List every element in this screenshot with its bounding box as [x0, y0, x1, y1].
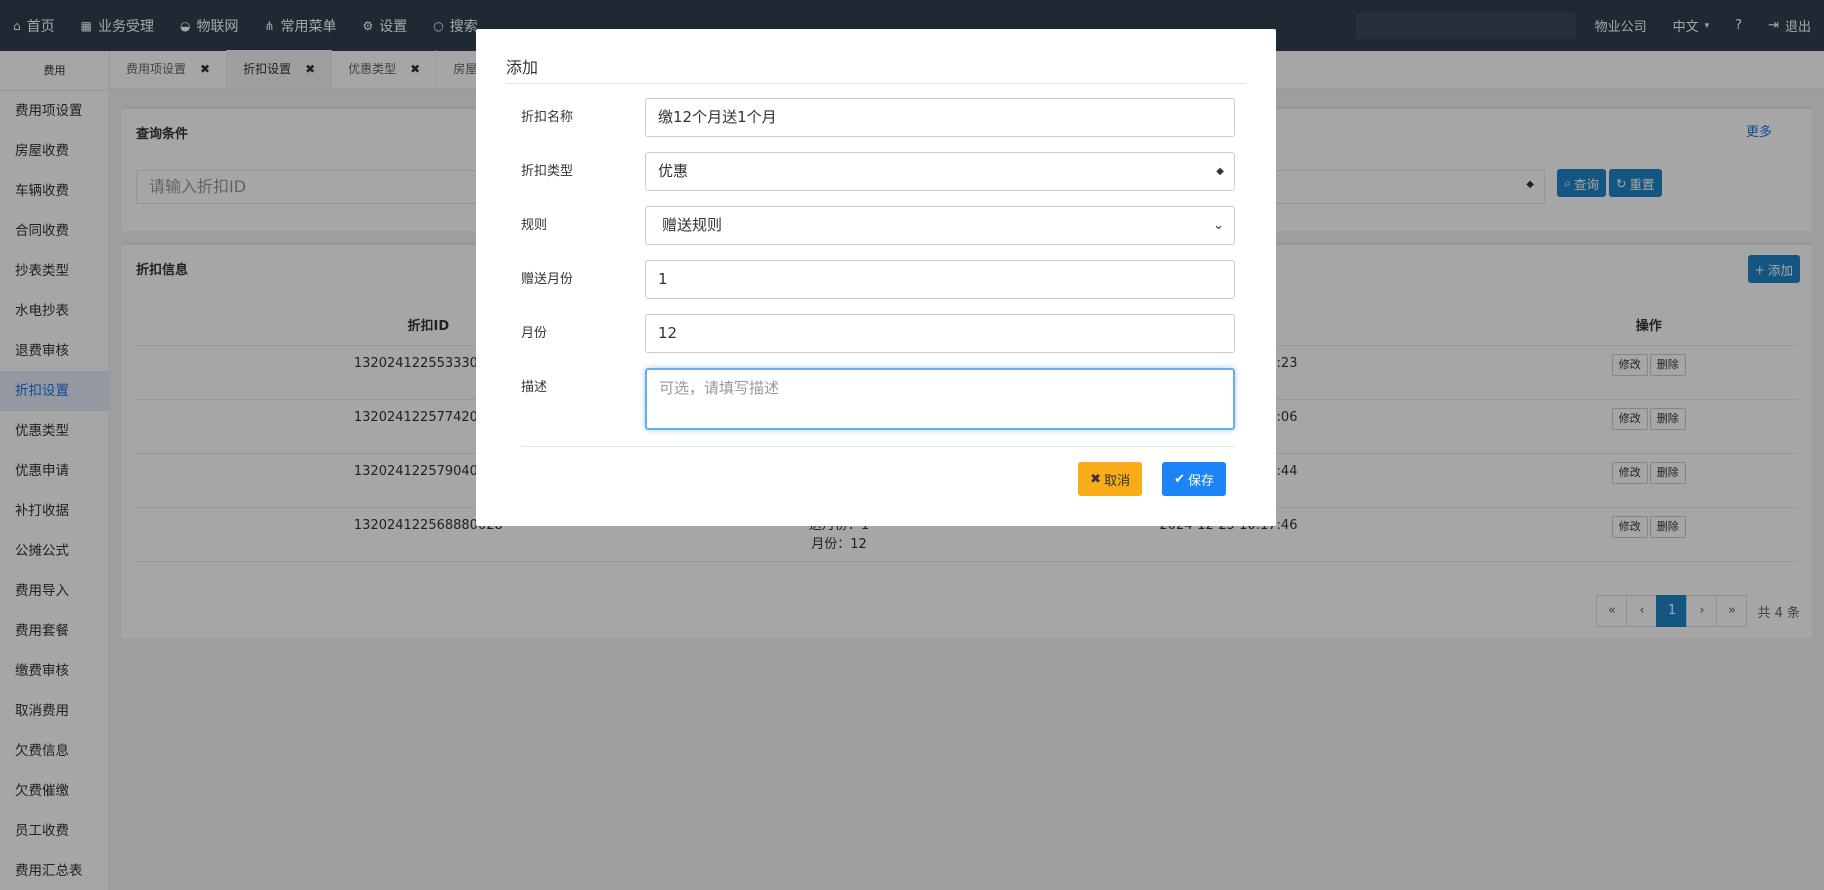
rule-value: 赠送规则 — [662, 216, 723, 234]
description-textarea[interactable]: 可选，请填写描述 — [645, 368, 1235, 430]
cancel-button[interactable]: ✖ 取消 — [1078, 462, 1143, 496]
save-button[interactable]: ✔ 保存 — [1162, 462, 1226, 496]
modal-footer-divider — [521, 446, 1235, 447]
field-label: 赠送月份 — [521, 272, 574, 287]
field-label: 描述 — [521, 380, 548, 395]
field-label: 折扣名称 — [521, 110, 574, 125]
rule-select[interactable]: 赠送规则 ⌄ — [645, 206, 1235, 245]
discount-name-input[interactable]: 缴12个月送1个月 — [645, 98, 1235, 137]
field-label: 折扣类型 — [521, 164, 574, 179]
add-discount-modal: 添加 折扣名称 缴12个月送1个月 折扣类型 优惠 ◆ 规则 赠送规则 ⌄ 赠送月份… — [476, 29, 1276, 526]
check-icon: ✔ — [1174, 471, 1185, 487]
discount-type-value: 优惠 — [658, 162, 689, 180]
modal-title: 添加 — [506, 58, 539, 77]
save-button-label: 保存 — [1187, 473, 1214, 489]
field-label: 月份 — [521, 326, 548, 341]
chevron-down-icon: ⌄ — [1213, 218, 1224, 233]
months-input[interactable]: 12 — [645, 314, 1235, 353]
close-icon: ✖ — [1090, 471, 1102, 487]
cancel-button-label: 取消 — [1104, 473, 1131, 489]
discount-type-select[interactable]: 优惠 ◆ — [645, 152, 1235, 191]
select-arrows-icon: ◆ — [1216, 166, 1224, 177]
modal-buttons: ✖ 取消 ✔ 保存 — [1078, 462, 1226, 496]
field-label: 规则 — [521, 218, 548, 233]
modal-divider — [506, 83, 1246, 84]
gift-months-input[interactable]: 1 — [645, 260, 1235, 299]
